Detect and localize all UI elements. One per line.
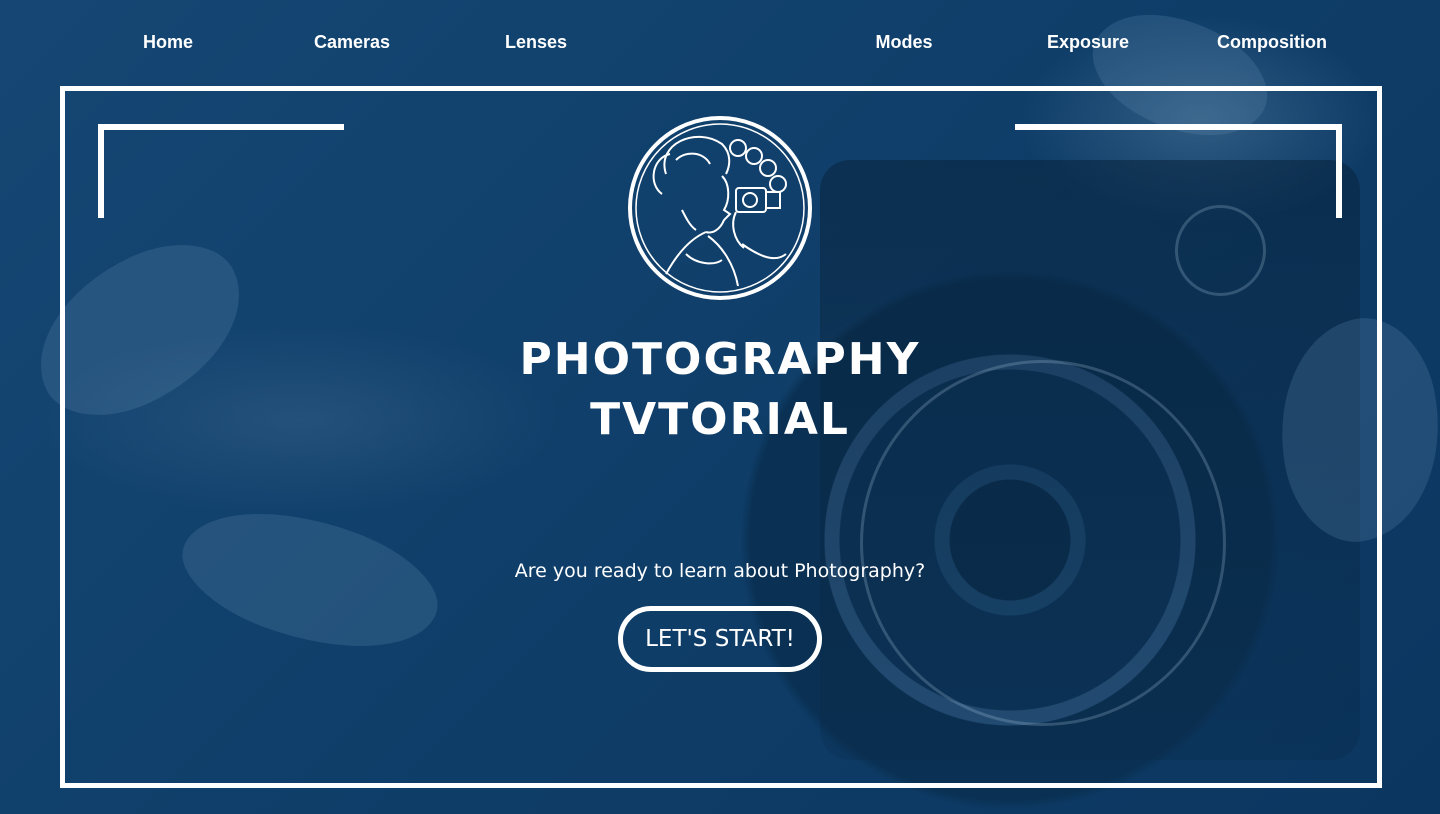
photographer-emblem-icon	[626, 114, 814, 302]
nav-item-modes[interactable]: Modes	[875, 32, 932, 53]
nav-item-composition[interactable]: Composition	[1217, 32, 1327, 53]
nav-item-cameras[interactable]: Cameras	[314, 32, 390, 53]
lets-start-button[interactable]: LET'S START!	[618, 606, 822, 672]
hero-subtitle: Are you ready to learn about Photography…	[514, 560, 926, 582]
nav-item-lenses[interactable]: Lenses	[505, 32, 567, 53]
nav-item-exposure[interactable]: Exposure	[1047, 32, 1129, 53]
nav-item-home[interactable]: Home	[143, 32, 193, 53]
top-navigation: Home Cameras Lenses Modes Exposure Compo…	[0, 0, 1440, 86]
title-line-2: TVTORIAL	[590, 394, 850, 445]
title-line-1: PHOTOGRAPHY	[519, 334, 921, 385]
frame-corner-top-right	[1015, 124, 1342, 218]
frame-corner-top-left	[98, 124, 344, 218]
page-title: PHOTOGRAPHY TVTORIAL	[420, 330, 1020, 450]
